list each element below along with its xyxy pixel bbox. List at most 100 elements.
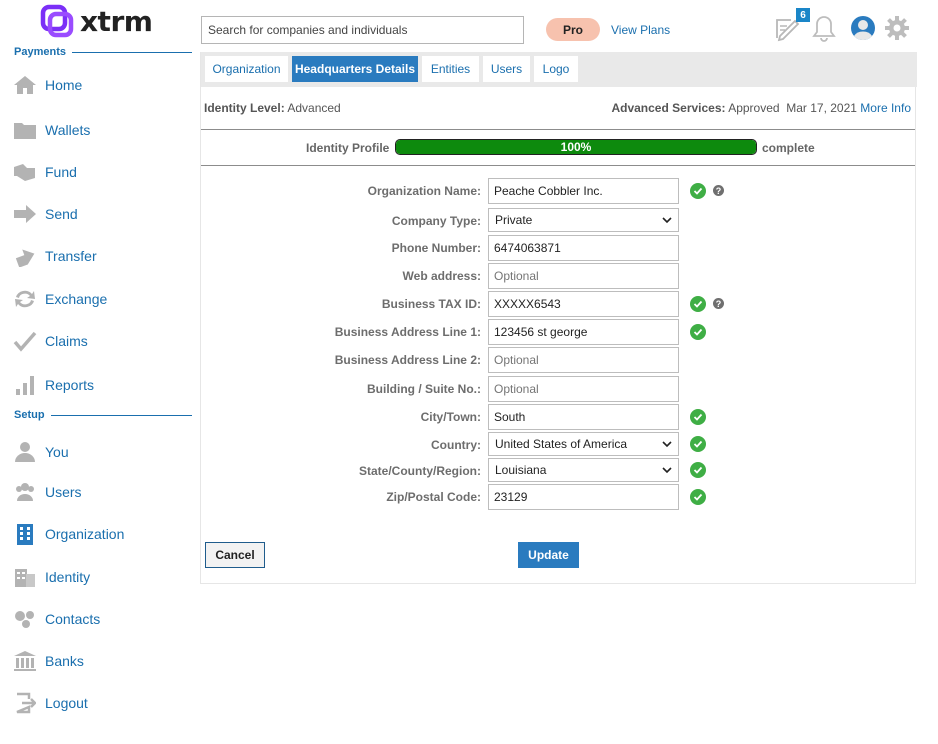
form-row-city-town: City/Town: (201, 404, 915, 430)
tab-headquarters-details[interactable]: Headquarters Details (292, 56, 418, 82)
sidebar-item-label: You (45, 444, 69, 460)
gear-icon[interactable] (884, 14, 910, 42)
sidebar-item-send[interactable]: Send (12, 199, 78, 229)
organization-name-input[interactable] (488, 178, 679, 204)
verified-check-icon (690, 324, 706, 340)
sidebar-item-contacts[interactable]: Contacts (12, 604, 100, 634)
payments-heading-label: Payments (14, 46, 66, 58)
web-address-input[interactable] (488, 263, 679, 289)
field-label: Country: (431, 438, 481, 452)
section-divider (50, 414, 192, 416)
sidebar-item-claims[interactable]: Claims (12, 326, 88, 356)
home-icon (12, 73, 38, 97)
cancel-button[interactable]: Cancel (205, 542, 265, 568)
sidebar-item-identity[interactable]: Identity (12, 562, 90, 592)
sidebar-item-label: Fund (45, 164, 77, 180)
field-label: Business TAX ID: (381, 297, 481, 311)
payments-section-heading: Payments (14, 46, 192, 58)
form-row-web-address: Web address: (201, 263, 915, 289)
field-label: Organization Name: (367, 184, 481, 198)
advanced-services-label: Advanced Services: (611, 101, 726, 115)
sidebar-item-label: Send (45, 206, 78, 222)
identity-level: Identity Level: Advanced (204, 101, 341, 115)
sidebar-item-exchange[interactable]: Exchange (12, 284, 107, 314)
logout-icon (12, 691, 38, 715)
company-type-select[interactable]: Private (488, 208, 679, 232)
address-line-1-input[interactable] (488, 319, 679, 345)
sidebar-item-organization[interactable]: Organization (12, 519, 124, 549)
form-row-phone-number: Phone Number: (201, 235, 915, 261)
sidebar-item-label: Home (45, 77, 83, 93)
phone-number-input[interactable] (488, 235, 679, 261)
view-plans-link[interactable]: View Plans (611, 23, 670, 37)
business-tax-id-input[interactable] (488, 291, 679, 317)
select-value: Private (495, 213, 533, 227)
sidebar-item-label: Contacts (45, 611, 101, 627)
app-logo[interactable]: xtrm (40, 4, 153, 38)
divider (201, 129, 915, 130)
building-suite-input[interactable] (488, 376, 679, 402)
tab-logo[interactable]: Logo (534, 56, 578, 82)
app-name: xtrm (80, 4, 153, 38)
address-line-2-input[interactable] (488, 347, 679, 373)
sidebar-item-label: Wallets (45, 122, 91, 138)
more-info-link[interactable]: More Info (860, 101, 911, 115)
advanced-services-date: Mar 17, 2021 (786, 101, 857, 115)
field-label: Business Address Line 1: (334, 325, 481, 339)
sidebar-item-label: Exchange (45, 291, 108, 307)
chevron-down-icon (662, 466, 672, 473)
field-label: Web address: (402, 269, 481, 283)
arrow-right-icon (12, 202, 38, 226)
select-value: Louisiana (495, 463, 547, 477)
identity-profile-progress-bar: 100% (395, 139, 757, 155)
field-label: Building / Suite No.: (367, 382, 481, 396)
form-row-business-tax-id: Business TAX ID: ? (201, 291, 915, 317)
sidebar-item-fund[interactable]: Fund (12, 157, 77, 187)
tab-organization[interactable]: Organization (205, 56, 288, 82)
contacts-icon (12, 607, 38, 631)
chevron-down-icon (662, 216, 672, 223)
sidebar-item-wallets[interactable]: Wallets (12, 115, 90, 145)
advanced-services-value: Approved (728, 101, 780, 115)
sidebar-item-logout[interactable]: Logout (12, 688, 88, 718)
help-icon[interactable]: ? (713, 185, 724, 196)
check-icon (12, 329, 38, 353)
tab-entities[interactable]: Entities (422, 56, 479, 82)
avatar-icon[interactable] (850, 14, 876, 42)
country-select[interactable]: United States of America (488, 432, 679, 456)
verified-check-icon (690, 436, 706, 452)
chevron-down-icon (662, 440, 672, 447)
notification-count-badge: 6 (796, 8, 810, 22)
advanced-services: Advanced Services: Approved Mar 17, 2021… (611, 101, 911, 115)
update-button[interactable]: Update (518, 542, 579, 568)
form-row-address-line-2: Business Address Line 2: (201, 347, 915, 373)
tab-users[interactable]: Users (483, 56, 530, 82)
sidebar-item-you[interactable]: You (12, 437, 69, 467)
city-town-input[interactable] (488, 404, 679, 430)
verified-check-icon (690, 296, 706, 312)
search-input[interactable] (201, 16, 524, 44)
folder-icon (12, 118, 38, 142)
form-row-building-suite: Building / Suite No.: (201, 376, 915, 402)
help-icon[interactable]: ? (713, 298, 724, 309)
sidebar-item-home[interactable]: Home (12, 70, 82, 100)
sidebar-item-users[interactable]: Users (12, 477, 82, 507)
section-divider (71, 51, 192, 53)
bar-chart-icon (12, 373, 38, 397)
zip-code-input[interactable] (488, 484, 679, 510)
headquarters-details-panel: Organization Headquarters Details Entiti… (200, 52, 917, 584)
bell-icon[interactable] (812, 14, 836, 42)
form-row-organization-name: Organization Name: ? (201, 178, 915, 204)
verified-check-icon (690, 462, 706, 478)
sidebar-item-transfer[interactable]: Transfer (12, 241, 97, 271)
sidebar-item-banks[interactable]: Banks (12, 646, 84, 676)
sidebar-item-label: Organization (45, 526, 125, 542)
form-row-state-region: State/County/Region: Louisiana (201, 458, 915, 484)
sidebar-item-reports[interactable]: Reports (12, 370, 94, 400)
pro-badge-button[interactable]: Pro (546, 18, 600, 41)
field-label: State/County/Region: (359, 464, 481, 478)
sidebar-item-label: Reports (45, 377, 95, 393)
bank-icon (12, 649, 38, 673)
progress-percent-text: 100% (560, 140, 592, 154)
state-region-select[interactable]: Louisiana (488, 458, 679, 482)
